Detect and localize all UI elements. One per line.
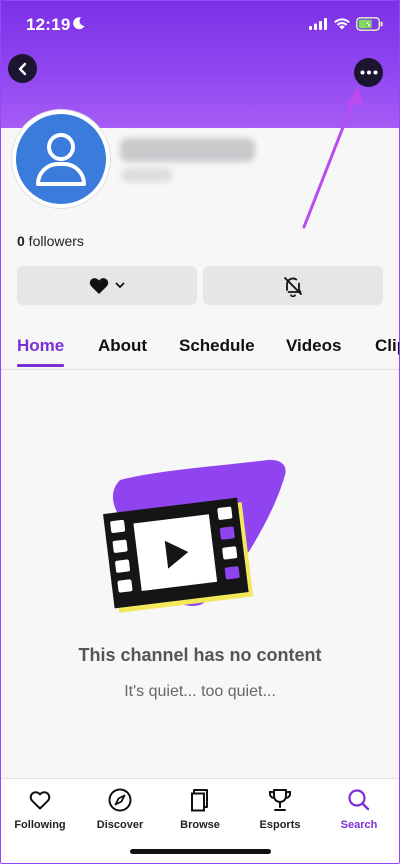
profile-avatar[interactable]	[12, 110, 110, 208]
chevron-down-icon	[115, 282, 125, 288]
chevron-left-icon	[18, 62, 26, 75]
back-button[interactable]	[8, 54, 37, 83]
nav-label-browse: Browse	[180, 819, 220, 831]
nav-search[interactable]: Search	[319, 787, 399, 831]
tab-clips[interactable]: Clips	[375, 336, 400, 356]
channel-subtext-blurred	[122, 168, 172, 182]
nav-label-discover: Discover	[96, 819, 144, 831]
status-time: 12:19	[26, 15, 71, 34]
bell-off-icon	[284, 276, 302, 297]
search-icon	[348, 789, 370, 811]
user-icon	[36, 133, 86, 186]
avatar-placeholder	[16, 114, 106, 204]
nav-label-esports: Esports	[259, 819, 301, 831]
compass-icon	[108, 788, 132, 812]
followers-number: 0	[17, 233, 25, 249]
nav-label-search: Search	[340, 819, 378, 831]
channel-name-blurred	[120, 138, 255, 162]
follow-button[interactable]	[17, 266, 197, 305]
film-strip-illustration	[103, 459, 286, 613]
tab-schedule[interactable]: Schedule	[179, 336, 255, 356]
nav-label-following: Following	[14, 819, 66, 831]
battery-charging-icon	[356, 17, 383, 31]
channel-tabs: Home About Schedule Videos Clips	[0, 326, 400, 370]
nav-following[interactable]: Following	[0, 787, 80, 831]
notifications-off-button[interactable]	[203, 266, 383, 305]
followers-count[interactable]: 0 followers	[17, 233, 84, 249]
wifi-icon	[334, 18, 350, 30]
nav-browse[interactable]: Browse	[160, 787, 240, 831]
followers-label: followers	[24, 233, 84, 249]
tab-home[interactable]: Home	[17, 336, 64, 356]
active-tab-indicator	[17, 364, 64, 367]
nav-esports[interactable]: Esports	[240, 787, 320, 831]
tab-videos[interactable]: Videos	[286, 336, 341, 356]
status-bar: 12:19	[0, 0, 400, 50]
empty-state-title: This channel has no content	[78, 645, 322, 665]
home-indicator[interactable]	[130, 849, 271, 854]
moon-icon	[73, 17, 85, 30]
trophy-icon	[269, 789, 291, 811]
nav-discover[interactable]: Discover	[80, 787, 160, 831]
heart-icon	[89, 277, 109, 294]
annotation-arrow	[302, 86, 363, 229]
more-dots-icon	[360, 70, 377, 75]
tab-about[interactable]: About	[98, 336, 147, 356]
browse-icon	[191, 789, 208, 812]
cellular-signal-icon	[309, 18, 327, 30]
heart-outline-icon	[29, 791, 51, 810]
empty-state-subtitle: It's quiet... too quiet...	[124, 683, 276, 700]
